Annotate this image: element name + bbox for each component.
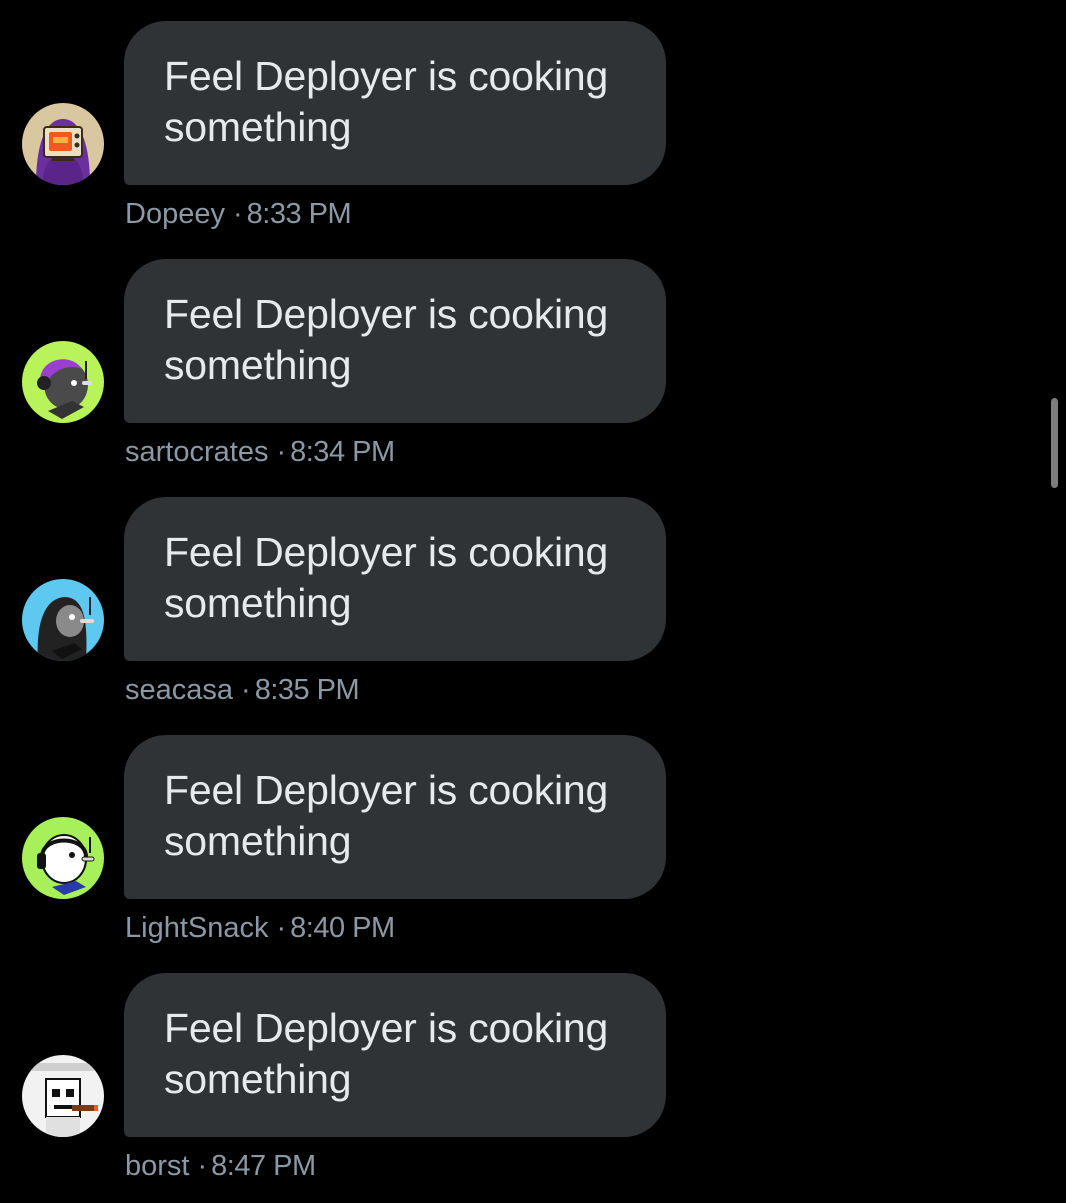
- author-name[interactable]: borst: [125, 1150, 189, 1182]
- message-meta: seacasa · 8:35 PM: [125, 672, 360, 708]
- message-bubble[interactable]: Feel Deployer is cooking something: [124, 497, 666, 661]
- message-time: 8:35 PM: [254, 674, 360, 706]
- message-bubble[interactable]: Feel Deployer is cooking something: [124, 259, 666, 423]
- message-bubble[interactable]: Feel Deployer is cooking something: [124, 735, 666, 899]
- message-text: Feel Deployer is cooking something: [164, 529, 609, 626]
- message-text: Feel Deployer is cooking something: [164, 1005, 609, 1102]
- author-name[interactable]: seacasa: [125, 674, 233, 706]
- message-text: Feel Deployer is cooking something: [164, 767, 609, 864]
- purple-hoodie-tv-avatar-icon[interactable]: [22, 103, 104, 185]
- meta-separator: ·: [276, 436, 287, 468]
- message-time: 8:47 PM: [211, 1150, 316, 1182]
- blue-hooded-bird-avatar-icon[interactable]: [22, 579, 104, 661]
- author-name[interactable]: LightSnack: [125, 912, 269, 944]
- pixel-skull-cigar-avatar-icon[interactable]: [22, 1055, 104, 1137]
- message-meta: Dopeey · 8:33 PM: [125, 196, 352, 232]
- message-meta: LightSnack · 8:40 PM: [125, 910, 395, 946]
- message-meta: borst · 8:47 PM: [125, 1148, 316, 1184]
- message-time: 8:33 PM: [246, 198, 352, 230]
- meta-separator: ·: [197, 1150, 208, 1182]
- message-bubble[interactable]: Feel Deployer is cooking something: [124, 973, 666, 1137]
- message-text: Feel Deployer is cooking something: [164, 291, 609, 388]
- message-bubble[interactable]: Feel Deployer is cooking something: [124, 21, 666, 185]
- green-gamer-bird-avatar-icon[interactable]: [22, 341, 104, 423]
- message-item[interactable]: Feel Deployer is cooking something Light…: [0, 735, 700, 965]
- message-time: 8:34 PM: [290, 436, 395, 468]
- author-name[interactable]: sartocrates: [125, 436, 268, 468]
- message-time: 8:40 PM: [290, 912, 395, 944]
- meta-separator: ·: [241, 674, 251, 706]
- message-item[interactable]: Feel Deployer is cooking something Dopee…: [0, 21, 700, 251]
- message-item[interactable]: Feel Deployer is cooking something borst…: [0, 973, 700, 1203]
- message-item[interactable]: Feel Deployer is cooking something seaca…: [0, 497, 700, 727]
- message-item[interactable]: Feel Deployer is cooking something sarto…: [0, 259, 700, 489]
- message-text: Feel Deployer is cooking something: [164, 53, 609, 150]
- green-headset-bird-avatar-icon[interactable]: [22, 817, 104, 899]
- meta-separator: ·: [232, 198, 243, 230]
- scrollbar-thumb[interactable]: [1051, 398, 1058, 488]
- author-name[interactable]: Dopeey: [125, 198, 225, 230]
- message-meta: sartocrates · 8:34 PM: [125, 434, 395, 470]
- meta-separator: ·: [276, 912, 287, 944]
